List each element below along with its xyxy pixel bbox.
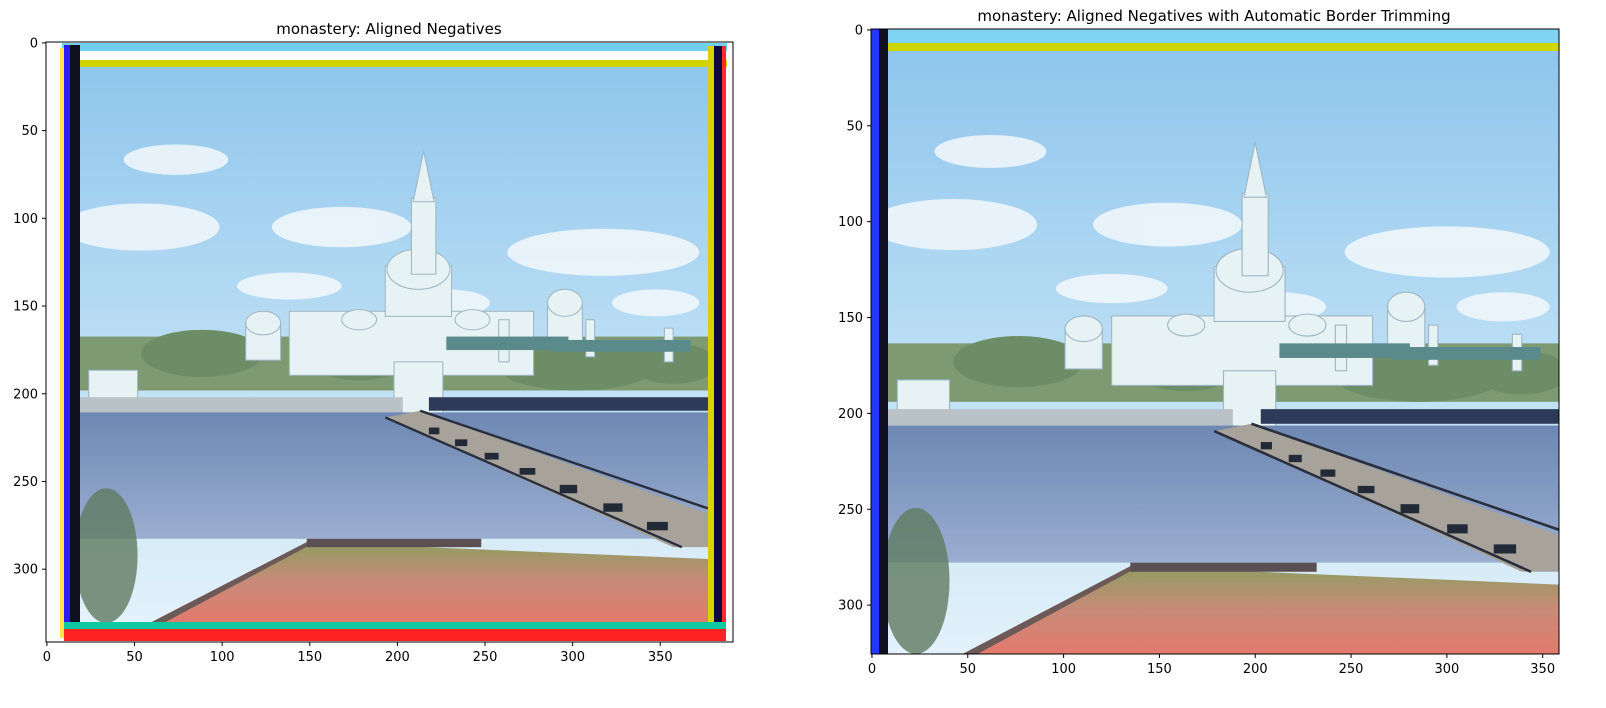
x-tick-label: 100 xyxy=(210,650,235,665)
border-strip-cyan-top xyxy=(871,29,1559,43)
border-strip-red-right xyxy=(722,46,726,634)
x-tick-label: 350 xyxy=(1530,662,1555,677)
border-strip-yellow-top xyxy=(62,60,727,67)
x-axis: 0 50 100 150 200 250 300 350 xyxy=(43,642,673,665)
x-tick-label: 50 xyxy=(126,650,143,665)
y-tick-label: 100 xyxy=(838,215,863,230)
x-tick-label: 0 xyxy=(43,650,51,665)
x-tick-label: 250 xyxy=(473,650,498,665)
subplot-aligned-negatives: monastery: Aligned Negatives 0 50 100 150 20… xyxy=(13,20,734,665)
x-axis: 0 50 100 150 200 250 300 350 xyxy=(868,654,1555,677)
border-strip-green-bottom xyxy=(64,622,726,629)
y-tick-label: 0 xyxy=(855,23,863,38)
y-tick-label: 50 xyxy=(21,124,38,139)
photo-image xyxy=(871,29,1559,654)
y-tick-label: 150 xyxy=(838,311,863,326)
border-strip-blue-left xyxy=(64,45,70,635)
photo-image xyxy=(46,42,733,642)
x-tick-label: 50 xyxy=(960,662,977,677)
x-tick-label: 250 xyxy=(1339,662,1364,677)
x-tick-label: 150 xyxy=(1147,662,1172,677)
x-tick-label: 0 xyxy=(868,662,876,677)
y-tick-label: 50 xyxy=(846,119,863,134)
subplot-title: monastery: Aligned Negatives with Automa… xyxy=(977,7,1450,25)
border-strip-yellow-top xyxy=(888,43,1559,51)
y-tick-label: 200 xyxy=(13,387,38,402)
border-strip-blue-left xyxy=(871,29,879,654)
x-tick-label: 350 xyxy=(648,650,673,665)
border-strip-yellow-right xyxy=(708,46,714,631)
x-tick-label: 150 xyxy=(297,650,322,665)
figure: monastery: Aligned Negatives 0 50 100 150 20… xyxy=(13,7,1560,677)
subplot-aligned-negatives-trimmed: monastery: Aligned Negatives with Automa… xyxy=(838,7,1560,677)
x-tick-label: 100 xyxy=(1051,662,1076,677)
y-tick-label: 0 xyxy=(30,36,38,51)
y-tick-label: 150 xyxy=(13,300,38,315)
border-strip-yellow-left xyxy=(60,48,64,638)
subplot-title: monastery: Aligned Negatives xyxy=(276,20,502,38)
x-tick-label: 200 xyxy=(1243,662,1268,677)
y-tick-label: 200 xyxy=(838,407,863,422)
border-strip-cyan-top xyxy=(62,43,727,51)
y-tick-label: 300 xyxy=(13,563,38,578)
y-tick-label: 250 xyxy=(13,475,38,490)
border-strip-black-left xyxy=(879,29,888,654)
y-tick-label: 300 xyxy=(838,599,863,614)
y-tick-label: 100 xyxy=(13,212,38,227)
x-tick-label: 300 xyxy=(560,650,585,665)
y-axis: 0 50 100 150 200 250 300 xyxy=(13,36,46,578)
border-strip-black-right xyxy=(714,46,722,634)
x-tick-label: 200 xyxy=(385,650,410,665)
y-axis: 0 50 100 150 200 250 300 xyxy=(838,23,871,614)
border-strip-red-bottom xyxy=(64,629,726,641)
y-tick-label: 250 xyxy=(838,503,863,518)
x-tick-label: 300 xyxy=(1434,662,1459,677)
